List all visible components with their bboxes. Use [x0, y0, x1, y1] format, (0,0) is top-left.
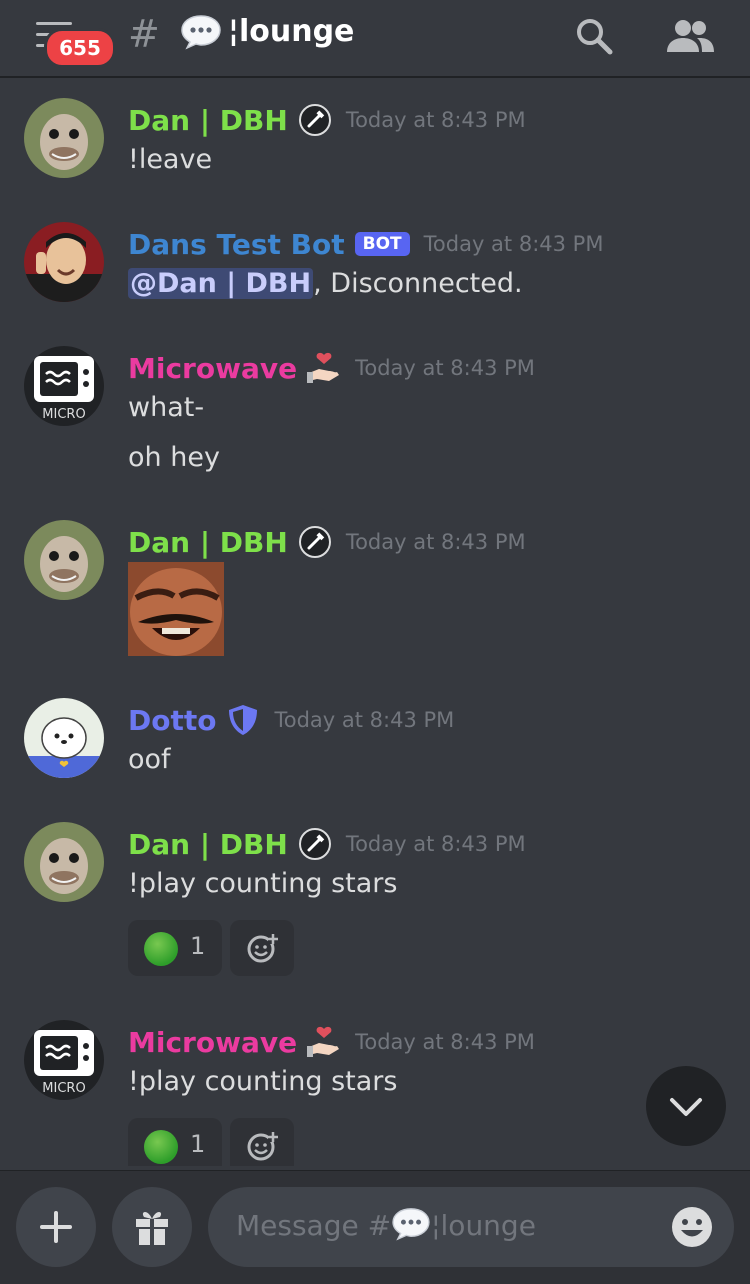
message-text-rest: , Disconnected.	[313, 268, 523, 299]
add-reaction-button[interactable]	[230, 1118, 294, 1166]
username[interactable]: Dan | DBH	[128, 104, 288, 137]
message-text: @Dan | DBH, Disconnected.	[128, 268, 523, 299]
username[interactable]: Microwave	[128, 1026, 297, 1059]
message-text: what-	[128, 392, 205, 423]
message-header: Dan | DBH Today at 8:43 PM	[128, 522, 526, 562]
user-avatar[interactable]	[24, 222, 104, 302]
chevron-down-icon	[670, 1098, 702, 1116]
add-reaction-icon	[247, 1132, 278, 1161]
timestamp: Today at 8:43 PM	[423, 232, 604, 256]
placeholder-prefix: Message #	[236, 1209, 392, 1242]
user-mention[interactable]: @Dan | DBH	[128, 268, 314, 299]
channel-header: 655 # ¦lounge	[0, 0, 750, 78]
message-text: !play counting stars	[128, 1066, 398, 1097]
reaction-green-circle[interactable]: 1	[128, 1118, 222, 1166]
shield-icon	[229, 705, 258, 735]
timestamp: Today at 8:43 PM	[345, 832, 526, 856]
message-text: oof	[128, 744, 171, 775]
message-placeholder: Message # ¦lounge	[236, 1207, 536, 1242]
emoji-icon[interactable]	[670, 1205, 714, 1249]
user-avatar[interactable]	[24, 822, 104, 902]
laughing-face-emoji-image[interactable]	[128, 562, 224, 656]
timestamp: Today at 8:43 PM	[355, 1030, 535, 1054]
microwave-avatar[interactable]: MICRO	[24, 346, 104, 426]
avatar-label: MICRO	[42, 1081, 85, 1096]
message-composer: Message # ¦lounge	[0, 1170, 750, 1284]
message-text: oh hey	[128, 442, 220, 473]
add-reaction-button[interactable]	[230, 920, 294, 976]
user-avatar[interactable]	[24, 98, 104, 178]
placeholder-channel: ¦lounge	[431, 1209, 536, 1242]
speech-bubble-icon	[181, 15, 221, 50]
user-avatar[interactable]	[24, 520, 104, 600]
timestamp: Today at 8:43 PM	[274, 708, 455, 732]
username[interactable]: Dans Test Bot	[128, 228, 345, 261]
add-reaction-icon	[247, 934, 278, 963]
hammer-role-icon	[298, 828, 331, 860]
gift-icon	[136, 1212, 168, 1245]
hand-heart-icon	[307, 1026, 340, 1057]
bot-badge: BOT	[354, 232, 410, 256]
username[interactable]: Dotto	[128, 704, 216, 737]
username[interactable]: Dan | DBH	[128, 828, 288, 861]
gift-button[interactable]	[112, 1187, 192, 1267]
reaction-green-circle[interactable]: 1	[128, 920, 222, 976]
message-header: Microwave Today at 8:43 PM	[128, 348, 535, 388]
members-icon[interactable]	[664, 16, 716, 56]
green-circle-icon	[144, 1130, 178, 1164]
channel-name[interactable]: ¦lounge	[228, 14, 354, 49]
speech-bubble-icon	[392, 1208, 430, 1241]
timestamp: Today at 8:43 PM	[355, 356, 535, 380]
microwave-avatar[interactable]: MICRO	[24, 1020, 104, 1100]
reaction-count: 1	[190, 932, 206, 960]
hammer-role-icon	[298, 526, 331, 558]
message-header: Dans Test Bot BOT Today at 8:43 PM	[128, 224, 603, 264]
attach-button[interactable]	[16, 1187, 96, 1267]
message-header: Dotto Today at 8:43 PM	[128, 700, 454, 740]
message-header: Microwave Today at 8:43 PM	[128, 1022, 535, 1062]
username[interactable]: Microwave	[128, 352, 297, 385]
username[interactable]: Dan | DBH	[128, 526, 288, 559]
timestamp: Today at 8:43 PM	[345, 108, 526, 132]
hammer-role-icon	[298, 104, 331, 136]
user-avatar[interactable]	[24, 698, 104, 778]
reaction-count: 1	[190, 1130, 206, 1158]
hand-heart-icon	[307, 352, 340, 383]
timestamp: Today at 8:43 PM	[345, 530, 526, 554]
message-input[interactable]: Message # ¦lounge	[208, 1187, 734, 1267]
message-text: !play counting stars	[128, 868, 398, 899]
jump-to-present-button[interactable]	[646, 1066, 726, 1146]
plus-icon	[40, 1211, 72, 1243]
message-text: !leave	[128, 144, 213, 175]
message-header: Dan | DBH Today at 8:43 PM	[128, 824, 526, 864]
message-header: Dan | DBH Today at 8:43 PM	[128, 100, 526, 140]
search-icon[interactable]	[574, 16, 614, 56]
green-circle-icon	[144, 932, 178, 966]
unread-badge: 655	[44, 28, 116, 68]
avatar-label: MICRO	[42, 407, 85, 422]
channel-hash-icon: #	[128, 12, 160, 56]
